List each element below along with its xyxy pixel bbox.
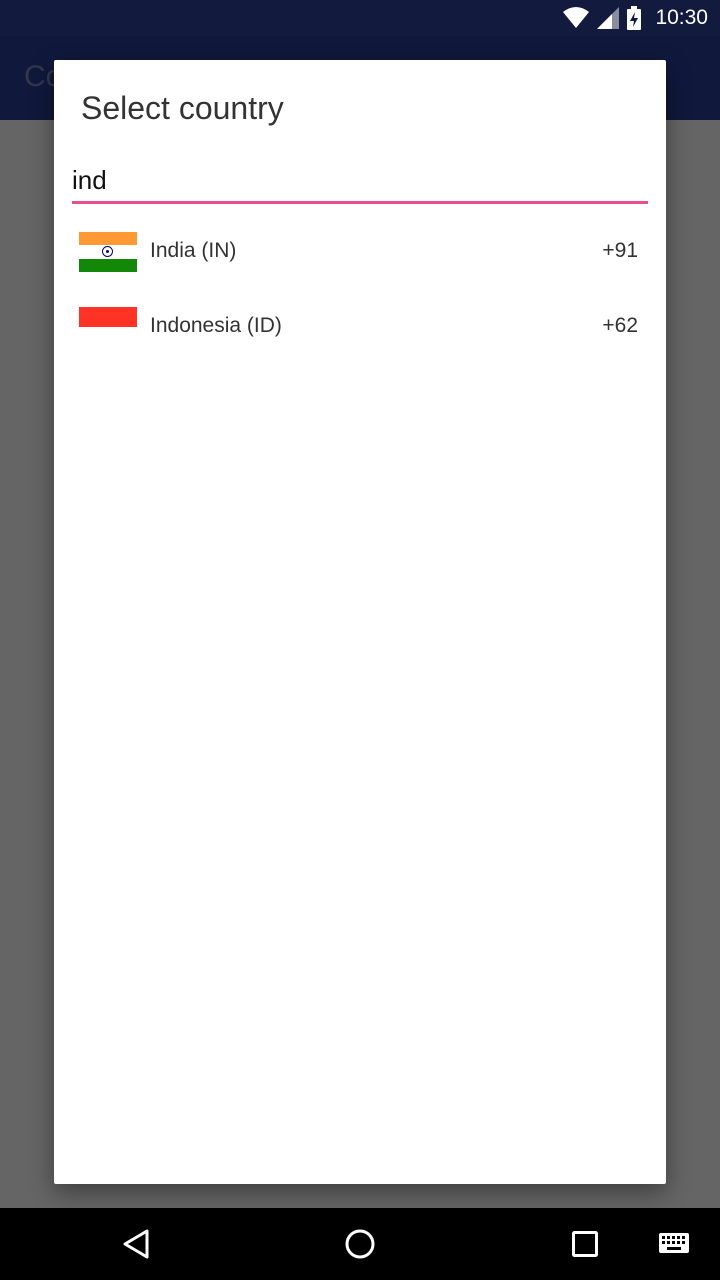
recents-button[interactable] (567, 1226, 603, 1262)
country-row-india[interactable]: India (IN) +91 (54, 215, 666, 290)
country-code: +91 (602, 239, 638, 262)
indonesia-flag-icon (79, 307, 137, 347)
country-list: India (IN) +91 Indonesia (ID) +62 (54, 215, 666, 365)
india-flag-icon (79, 232, 137, 272)
keyboard-button[interactable] (656, 1226, 692, 1262)
country-name: Indonesia (ID) (150, 314, 282, 337)
signal-icon (597, 7, 620, 29)
status-icons: 10:30 (563, 0, 708, 36)
country-row-indonesia[interactable]: Indonesia (ID) +62 (54, 290, 666, 365)
home-button[interactable] (342, 1226, 378, 1262)
status-bar: 10:30 (0, 0, 720, 36)
nav-bar (0, 1208, 720, 1280)
status-time: 10:30 (655, 6, 708, 29)
recents-icon (572, 1231, 598, 1257)
country-search-input[interactable] (72, 160, 648, 204)
select-country-dialog: Select country India (IN) +91 Indonesia … (54, 60, 666, 1184)
battery-charging-icon (627, 6, 642, 30)
keyboard-icon (659, 1233, 689, 1253)
wifi-icon (563, 7, 590, 28)
back-icon (123, 1229, 149, 1259)
dialog-title: Select country (81, 90, 284, 126)
back-button[interactable] (118, 1226, 154, 1262)
country-code: +62 (602, 314, 638, 337)
country-name: India (IN) (150, 239, 237, 262)
home-icon (345, 1229, 375, 1259)
